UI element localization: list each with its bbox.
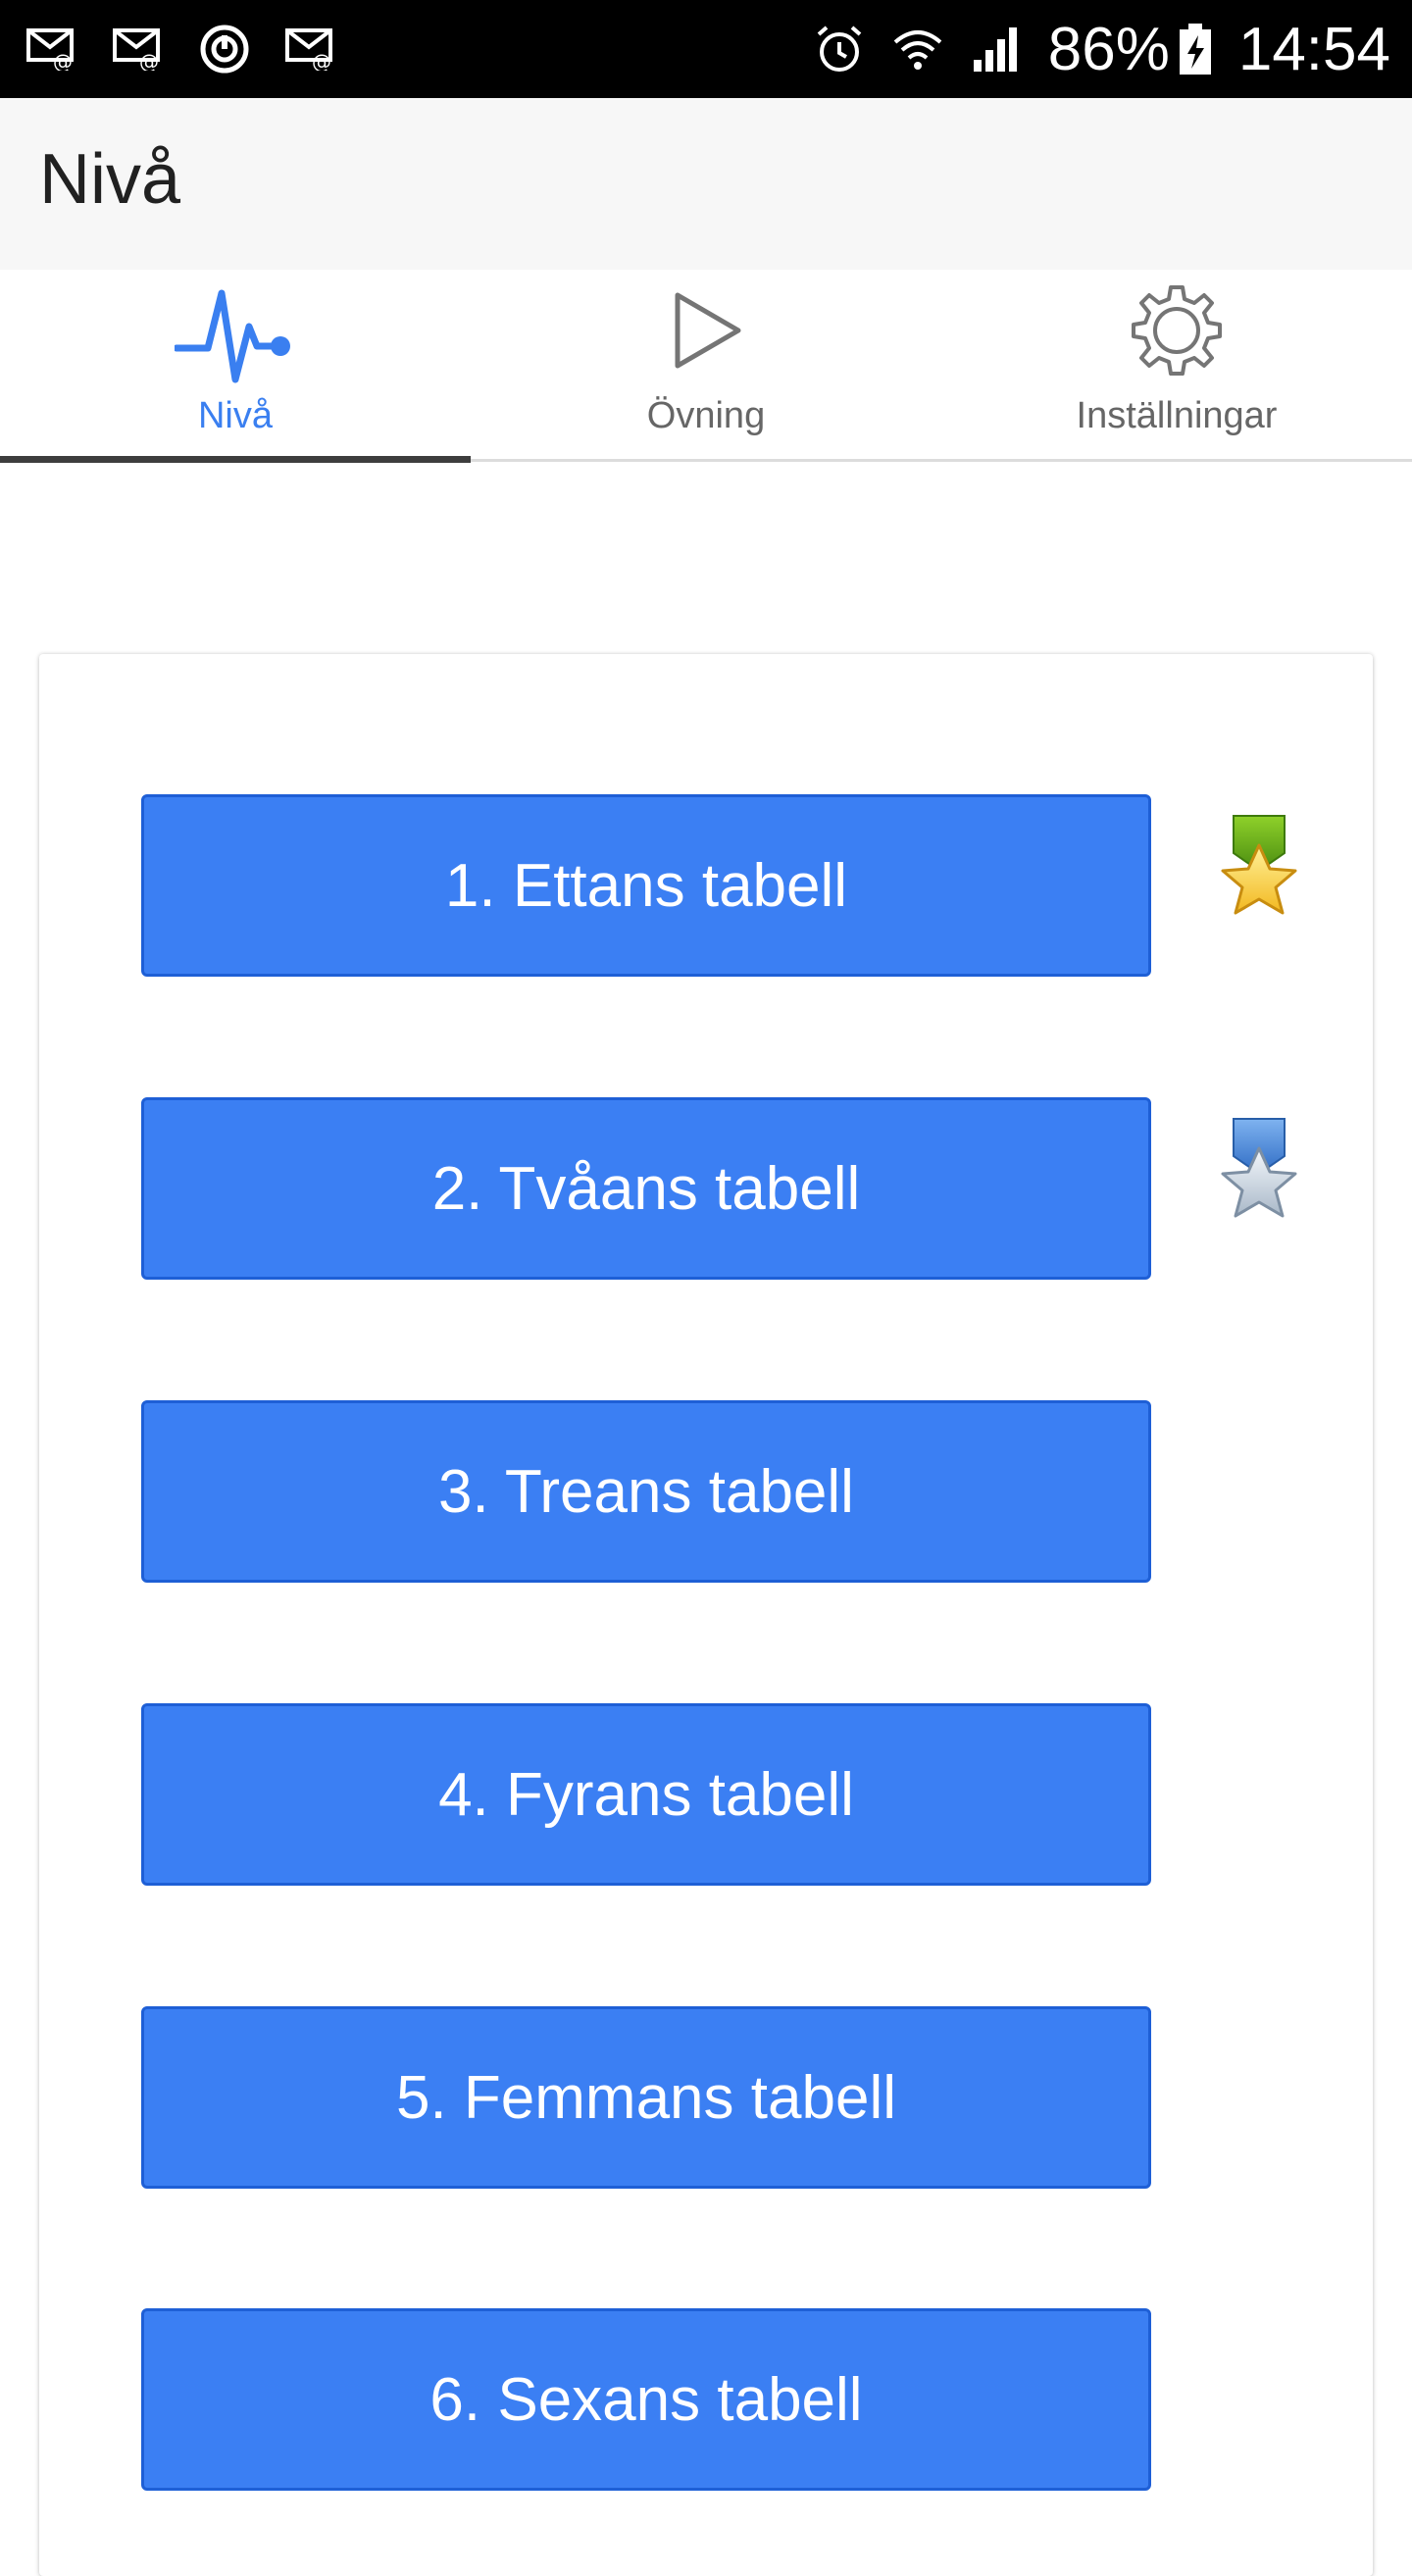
email-notification-icon: @ [284,27,337,71]
tab-label: Inställningar [1076,395,1278,436]
battery-charging-icon [1178,22,1213,76]
list-item: 1. Ettans tabell [141,794,1297,979]
app-bar: Nivå [0,98,1412,270]
list-item: 6. Sexans tabell [141,2308,1259,2493]
clock: 14:54 [1237,15,1390,83]
gear-icon [1123,279,1231,392]
list-item: 4. Fyrans tabell [141,1703,1259,1888]
svg-text:@: @ [53,50,73,71]
silver-star-medal-icon [1210,1117,1308,1238]
pulse-icon [173,279,296,392]
tab-niva[interactable]: Nivå [0,270,471,462]
level-6-button[interactable]: 6. Sexans tabell [141,2308,1151,2491]
svg-text:@: @ [139,50,159,71]
list-item: 5. Femmans tabell [141,2006,1259,2191]
wifi-icon [891,23,944,76]
gold-star-medal-icon [1210,814,1308,935]
level-5-button[interactable]: 5. Femmans tabell [141,2006,1151,2189]
level-list-card: 1. Ettans tabell 2. Tvåans tabell 3. Tre… [39,654,1373,2576]
sync-icon [198,23,251,76]
email-notification-icon: @ [25,27,78,71]
tab-label: Nivå [197,395,274,436]
list-item: 2. Tvåans tabell [141,1097,1297,1282]
email-notification-icon: @ [112,27,165,71]
tab-bar: Nivå Övning Inställningar [0,270,1412,463]
page-title: Nivå [39,140,181,219]
alarm-icon [813,23,866,76]
svg-text:@: @ [312,50,331,71]
level-3-button[interactable]: 3. Treans tabell [141,1400,1151,1583]
status-bar: @ @ @ 86% 14:54 [0,0,1412,98]
tab-installningar[interactable]: Inställningar [941,270,1412,462]
tab-ovning[interactable]: Övning [471,270,941,462]
list-item: 3. Treans tabell [141,1400,1259,1585]
level-1-button[interactable]: 1. Ettans tabell [141,794,1151,977]
level-2-button[interactable]: 2. Tvåans tabell [141,1097,1151,1280]
level-4-button[interactable]: 4. Fyrans tabell [141,1703,1151,1886]
play-icon [652,279,760,392]
signal-icon [970,23,1023,76]
tab-label: Övning [646,395,766,436]
battery-percent: 86% [1047,15,1170,83]
active-tab-indicator [0,456,471,463]
